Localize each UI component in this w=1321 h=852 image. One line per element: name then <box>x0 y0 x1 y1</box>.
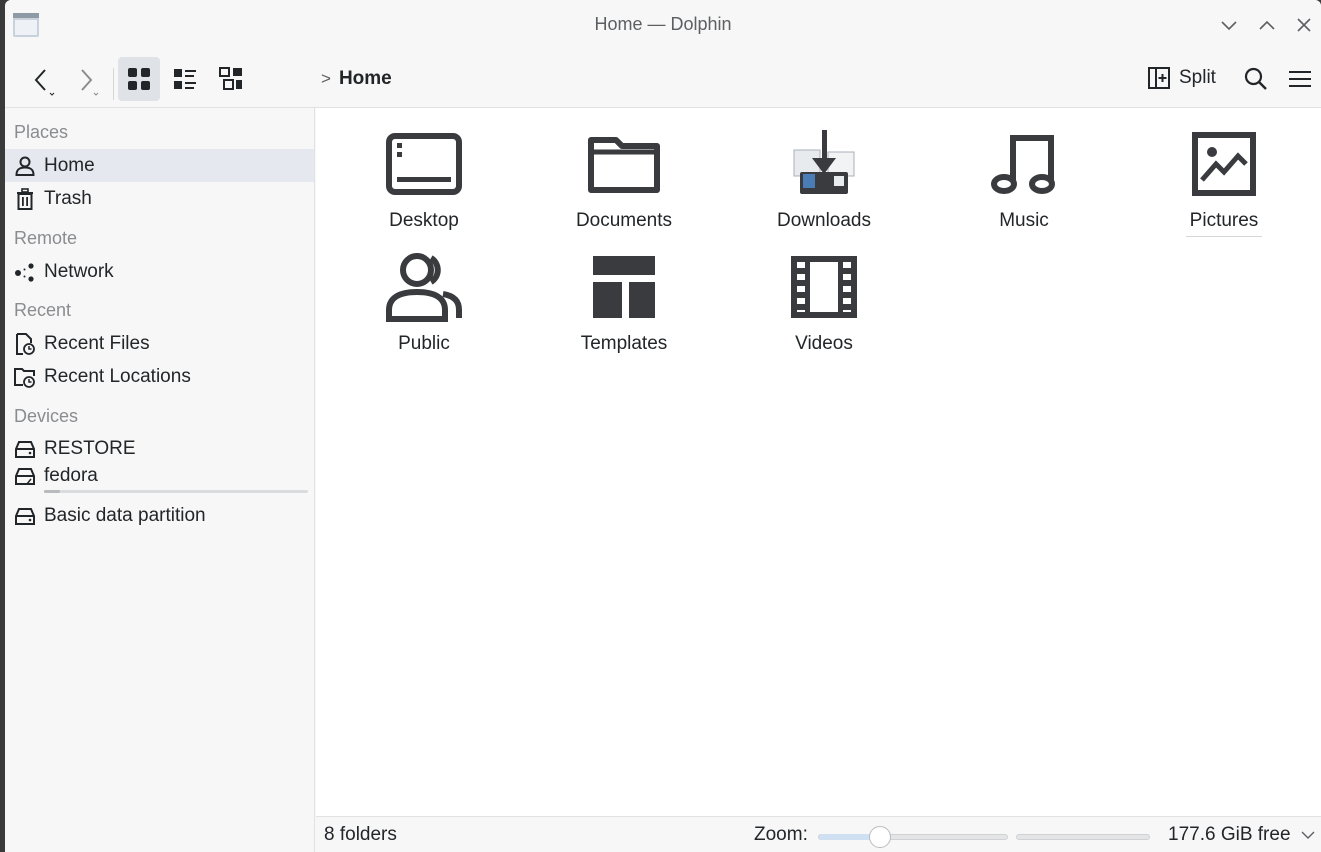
item-label: Desktop <box>389 210 459 231</box>
status-bar: 8 folders Zoom: 177.6 GiB free <box>316 816 1321 852</box>
dolphin-window: Home — Dolphin > Home Split Places Home … <box>5 0 1321 852</box>
forward-arrow-icon <box>81 69 99 96</box>
folder-pictures[interactable]: Pictures <box>1134 128 1314 237</box>
section-recent: Recent <box>14 300 72 320</box>
sidebar-item-label: Basic data partition <box>44 504 206 526</box>
section-remote: Remote <box>14 228 78 248</box>
folder-public[interactable]: Public <box>334 251 514 359</box>
forward-button[interactable] <box>69 64 105 98</box>
section-places: Places <box>14 122 69 142</box>
item-label: Public <box>398 333 450 354</box>
places-sidebar: Places Home Trash Remote Network Recent … <box>5 108 315 852</box>
item-label: Downloads <box>777 210 871 231</box>
folder-downloads[interactable]: Downloads <box>734 128 914 236</box>
split-button[interactable]: Split <box>1147 66 1216 90</box>
item-label: Pictures <box>1185 210 1263 237</box>
sidebar-item-basic-data-partition[interactable]: Basic data partition <box>5 499 314 532</box>
toolbar-separator <box>113 68 114 100</box>
sidebar-item-label: Network <box>44 260 114 282</box>
menu-button[interactable] <box>1285 64 1315 94</box>
folder-videos[interactable]: Videos <box>734 251 914 359</box>
zoom-slider-handle[interactable] <box>869 826 892 848</box>
hamburger-menu-icon <box>1289 71 1311 87</box>
trash-icon <box>17 187 33 210</box>
sidebar-item-network[interactable]: Network <box>5 255 314 288</box>
item-label: Music <box>999 210 1049 231</box>
free-space-bar <box>1016 834 1150 840</box>
pictures-icon <box>1192 132 1256 196</box>
sidebar-item-label: Home <box>44 154 95 176</box>
item-label: Videos <box>795 333 853 354</box>
chevron-down-icon <box>1301 831 1315 839</box>
window-title: Home — Dolphin <box>594 14 732 34</box>
item-label: Documents <box>575 210 673 231</box>
sidebar-item-restore[interactable]: RESTORE <box>5 432 314 465</box>
free-space-label: 177.6 GiB free <box>1168 824 1291 845</box>
fedora-capacity-bar <box>44 490 308 493</box>
sidebar-item-label: Recent Files <box>44 332 150 354</box>
zoom-slider[interactable] <box>818 826 1008 848</box>
sidebar-item-recent-files[interactable]: Recent Files <box>5 327 314 360</box>
desktop-folder-icon <box>386 133 462 195</box>
fedora-capacity-fill <box>44 490 60 493</box>
music-note-icon <box>991 135 1055 194</box>
maximize-icon[interactable] <box>1256 14 1278 36</box>
sidebar-item-label: fedora <box>44 465 98 486</box>
sidebar-item-fedora[interactable]: fedora <box>5 463 314 493</box>
folder-music[interactable]: Music <box>934 128 1114 236</box>
zoom-label: Zoom: <box>754 824 808 845</box>
breadcrumb-separator: > <box>321 69 331 88</box>
search-icon <box>1244 67 1267 90</box>
downloads-folder-icon <box>793 130 855 194</box>
folder-desktop[interactable]: Desktop <box>334 128 514 236</box>
sidebar-item-label: Recent Locations <box>44 365 191 387</box>
search-button[interactable] <box>1241 64 1271 94</box>
icons-view-icon <box>128 68 150 90</box>
details-view-icon <box>174 69 196 89</box>
icons-view-button[interactable] <box>118 57 160 101</box>
free-space-button[interactable]: 177.6 GiB free <box>1168 824 1315 846</box>
compact-view-button[interactable] <box>210 57 252 101</box>
title-bar[interactable]: Home — Dolphin <box>5 0 1321 50</box>
split-view-icon <box>1148 67 1170 89</box>
split-label: Split <box>1179 67 1216 88</box>
user-icon <box>15 156 35 176</box>
details-view-button[interactable] <box>164 57 206 101</box>
templates-icon <box>593 256 655 318</box>
compact-view-icon <box>219 67 242 90</box>
folder-documents[interactable]: Documents <box>534 128 714 236</box>
file-view[interactable]: Desktop Documents Downloads Music Pictur… <box>316 108 1321 816</box>
back-arrow-icon <box>34 69 55 96</box>
minimize-icon[interactable] <box>1218 14 1240 36</box>
recent-files-icon <box>16 332 35 355</box>
drive-icon <box>15 440 35 458</box>
film-icon <box>791 256 857 318</box>
breadcrumb-current[interactable]: Home <box>339 68 392 90</box>
sidebar-item-label: RESTORE <box>44 437 136 459</box>
sidebar-item-home[interactable]: Home <box>5 149 314 182</box>
item-label: Templates <box>580 333 668 354</box>
public-users-icon <box>386 253 462 322</box>
drive-icon <box>15 507 35 525</box>
folder-templates[interactable]: Templates <box>534 251 714 359</box>
folder-icon <box>588 137 660 193</box>
close-icon[interactable] <box>1293 14 1315 36</box>
section-devices: Devices <box>14 406 79 426</box>
drive-icon <box>15 468 35 485</box>
sidebar-item-label: Trash <box>44 187 92 209</box>
sidebar-item-trash[interactable]: Trash <box>5 182 314 215</box>
network-icon <box>15 262 34 282</box>
back-button[interactable] <box>25 64 61 98</box>
sidebar-item-recent-locations[interactable]: Recent Locations <box>5 360 314 393</box>
recent-locations-icon <box>14 367 35 388</box>
breadcrumb[interactable]: > Home <box>321 68 392 90</box>
folder-count: 8 folders <box>324 824 397 845</box>
